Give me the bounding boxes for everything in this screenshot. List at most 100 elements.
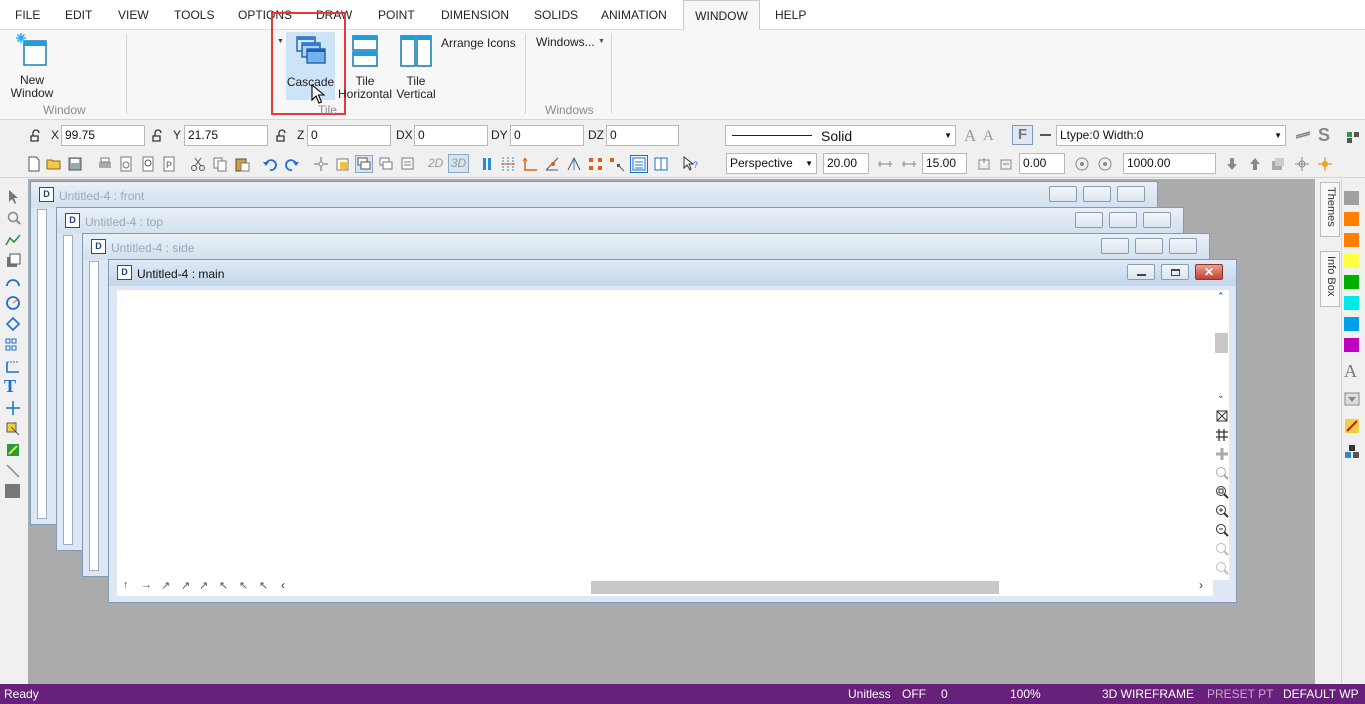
edit-pencil-icon[interactable] bbox=[1344, 418, 1360, 434]
undo-icon[interactable] bbox=[262, 156, 278, 172]
orbit-icon[interactable] bbox=[1097, 156, 1113, 172]
scroll-down-icon[interactable]: ⌄ bbox=[1217, 390, 1225, 401]
angle-icon[interactable] bbox=[544, 156, 560, 172]
vertical-scrollbar[interactable]: ⌃ ⌄ bbox=[1213, 290, 1229, 405]
scroll-right-icon[interactable]: › bbox=[1199, 578, 1203, 592]
color-swatch[interactable] bbox=[1344, 191, 1359, 205]
new-window-button[interactable]: New Window bbox=[6, 32, 58, 100]
zoom-in-icon[interactable] bbox=[1214, 503, 1230, 519]
color-swatch[interactable] bbox=[1344, 275, 1359, 289]
page-setup-icon[interactable]: P bbox=[161, 156, 177, 172]
add-icon[interactable] bbox=[1214, 446, 1230, 462]
mode-3d-button[interactable]: 3D bbox=[448, 154, 469, 173]
lock-icon[interactable] bbox=[150, 128, 166, 144]
grid-tool-icon[interactable] bbox=[1345, 128, 1361, 144]
edit-tool-icon[interactable] bbox=[5, 442, 21, 458]
menu-window[interactable]: WINDOW bbox=[683, 0, 760, 31]
menu-edit[interactable]: EDIT bbox=[57, 0, 100, 30]
arrow-diagonal-icon[interactable]: ↖ bbox=[259, 579, 268, 592]
open-folder-icon[interactable] bbox=[46, 156, 62, 172]
scroll-left-icon[interactable]: ‹ bbox=[281, 578, 285, 592]
window-canvas[interactable] bbox=[37, 209, 47, 519]
layer-icon[interactable] bbox=[335, 156, 351, 172]
status-snap[interactable]: OFF bbox=[902, 687, 926, 701]
arrow-diagonal-icon[interactable]: ↖ bbox=[219, 579, 228, 592]
window-canvas[interactable] bbox=[89, 261, 99, 571]
mode-2d-button[interactable]: 2D bbox=[428, 156, 443, 170]
projection-dropdown[interactable]: Perspective ▼ bbox=[726, 153, 817, 174]
crosshair-icon[interactable] bbox=[1294, 156, 1310, 172]
minimize-button[interactable] bbox=[1075, 212, 1103, 228]
status-render-mode[interactable]: 3D WIREFRAME bbox=[1102, 687, 1194, 701]
windows-dropdown[interactable]: Windows... bbox=[536, 36, 598, 49]
distance-field[interactable]: 1000.00 bbox=[1123, 153, 1216, 174]
line-tool-icon[interactable] bbox=[5, 463, 21, 479]
color-swatch[interactable] bbox=[1344, 212, 1359, 226]
axis-grid-icon[interactable] bbox=[500, 156, 516, 172]
status-units[interactable]: Unitless bbox=[848, 687, 891, 701]
rectangle-tool-icon[interactable] bbox=[5, 253, 21, 269]
target-icon[interactable] bbox=[1317, 156, 1333, 172]
line-style-dropdown[interactable]: Solid ▼ bbox=[725, 125, 956, 146]
text-tool-icon[interactable]: T bbox=[4, 376, 16, 397]
linetype-dropdown[interactable]: Ltype:0 Width:0 ▼ bbox=[1056, 125, 1286, 146]
select-pointer-icon[interactable] bbox=[6, 189, 22, 205]
pause-icon[interactable] bbox=[479, 156, 495, 172]
minus-icon[interactable] bbox=[1040, 134, 1051, 136]
maximize-button[interactable] bbox=[1135, 238, 1163, 254]
pan-icon[interactable] bbox=[313, 156, 329, 172]
print-preview-icon[interactable] bbox=[118, 156, 134, 172]
redo-icon[interactable] bbox=[284, 156, 300, 172]
circle-tool-icon[interactable] bbox=[5, 295, 21, 311]
zoom-all-icon[interactable] bbox=[1214, 560, 1230, 576]
x-field[interactable]: 99.75 bbox=[61, 125, 145, 146]
color-swatch[interactable] bbox=[1344, 233, 1359, 247]
lens-field[interactable]: 20.00 bbox=[823, 153, 869, 174]
transform-tool-icon[interactable] bbox=[5, 421, 21, 437]
view-options-icon[interactable] bbox=[400, 156, 416, 172]
drawing-canvas[interactable] bbox=[117, 290, 1213, 580]
grid-icon[interactable] bbox=[1214, 427, 1230, 443]
maximize-button[interactable] bbox=[1083, 186, 1111, 202]
y-field[interactable]: 21.75 bbox=[184, 125, 268, 146]
filter-panel-icon[interactable] bbox=[1344, 391, 1360, 407]
menu-solids[interactable]: SOLIDS bbox=[526, 0, 586, 30]
distance-icon[interactable] bbox=[901, 156, 917, 172]
orbit-icon[interactable] bbox=[1074, 156, 1090, 172]
shape-tool-icon[interactable] bbox=[5, 316, 21, 332]
window-canvas[interactable] bbox=[63, 235, 73, 545]
cascade-views-icon[interactable] bbox=[355, 155, 373, 173]
font-smaller-icon[interactable]: A bbox=[983, 128, 994, 145]
tile-vertical-button[interactable]: Tile Vertical bbox=[393, 32, 439, 102]
close-button[interactable] bbox=[1143, 212, 1171, 228]
menu-file[interactable]: FILE bbox=[7, 0, 48, 30]
arrow-right-icon[interactable]: → bbox=[141, 579, 152, 591]
zoom-window-icon[interactable] bbox=[1214, 465, 1230, 481]
maximize-button[interactable] bbox=[1109, 212, 1137, 228]
dy-field[interactable]: 0 bbox=[510, 125, 584, 146]
color-swatch[interactable] bbox=[1344, 254, 1359, 268]
axis-icon[interactable] bbox=[522, 156, 538, 172]
themes-tab[interactable]: Themes bbox=[1320, 182, 1340, 237]
move-down-icon[interactable] bbox=[1224, 156, 1240, 172]
zoom-tool-icon[interactable] bbox=[6, 210, 22, 226]
menu-view[interactable]: VIEW bbox=[110, 0, 157, 30]
filter-icon[interactable] bbox=[1295, 128, 1311, 144]
close-button[interactable]: ✕ bbox=[1195, 264, 1223, 280]
tile-horizontal-button[interactable]: Tile Horizontal bbox=[337, 32, 393, 102]
angle-field[interactable]: 0.00 bbox=[1019, 153, 1065, 174]
zoom-out-icon[interactable] bbox=[1214, 522, 1230, 538]
window-view-icon[interactable] bbox=[630, 155, 648, 173]
status-preset[interactable]: PRESET PT bbox=[1207, 687, 1273, 701]
horizontal-scrollbar-thumb[interactable] bbox=[591, 581, 999, 594]
multi-view-icon[interactable] bbox=[378, 156, 394, 172]
snap-s-icon[interactable]: S bbox=[1318, 125, 1330, 146]
array-tool-icon[interactable] bbox=[5, 337, 21, 353]
dz-field[interactable]: 0 bbox=[606, 125, 679, 146]
menu-dimension[interactable]: DIMENSION bbox=[433, 0, 517, 30]
rotate-icon[interactable] bbox=[976, 156, 992, 172]
zoom-page-icon[interactable] bbox=[140, 156, 156, 172]
menu-point[interactable]: POINT bbox=[370, 0, 423, 30]
move-up-icon[interactable] bbox=[1247, 156, 1263, 172]
menu-help[interactable]: HELP bbox=[767, 0, 814, 30]
